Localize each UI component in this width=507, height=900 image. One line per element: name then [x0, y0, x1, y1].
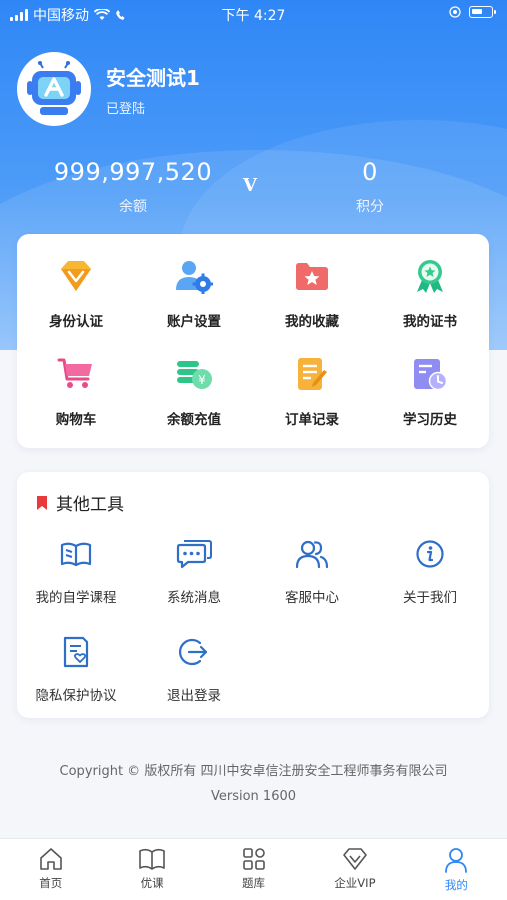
bookmark-icon	[37, 495, 47, 510]
history-icon	[414, 359, 448, 391]
tools-title-text: 其他工具	[56, 495, 124, 515]
order-edit-icon	[298, 358, 327, 390]
grid-icon	[242, 848, 265, 870]
tool-item-self-study[interactable]: 我的自学课程	[17, 534, 135, 606]
menu-item-label: 我的收藏	[285, 314, 339, 330]
menu-item-label: 学习历史	[403, 412, 457, 428]
status-bar: 中国移动 下午 4:27	[0, 0, 507, 28]
menu-item-label: 身份认证	[49, 314, 103, 330]
tab-label: 首页	[39, 876, 63, 890]
tab-enterprise-vip[interactable]: 企业VIP	[304, 839, 405, 900]
tool-item-privacy[interactable]: 隐私保护协议	[17, 632, 135, 704]
tool-item-label: 客服中心	[285, 590, 339, 606]
menu-item-study-history[interactable]: 学习历史	[371, 354, 489, 428]
diamond-icon	[61, 261, 91, 291]
tab-home[interactable]: 首页	[0, 839, 101, 900]
avatar[interactable]	[17, 52, 91, 126]
points-stat[interactable]: 0 积分	[270, 158, 470, 216]
tab-label: 题库	[242, 876, 266, 890]
info-icon	[416, 540, 444, 568]
svg-text:¥: ¥	[198, 373, 206, 387]
version-text: Version 1600	[210, 789, 297, 804]
status-time: 下午 4:27	[221, 8, 286, 24]
points-label: 积分	[356, 199, 384, 215]
other-tools-card: 其他工具 我的自学课程 系统消息 客服中心 关于我们 隐私保护协议 退出登录	[17, 472, 489, 718]
tool-item-label: 退出登录	[167, 688, 221, 704]
menu-item-label: 我的证书	[403, 314, 457, 330]
tool-item-label: 系统消息	[167, 590, 221, 606]
tool-item-label: 我的自学课程	[35, 590, 117, 606]
battery-icon	[469, 6, 496, 18]
book-icon	[60, 542, 92, 567]
copyright-text: Copyright © 版权所有 四川中安卓信注册安全工程师事务有限公司	[59, 764, 448, 779]
robot-avatar-icon	[27, 61, 81, 115]
user-gear-icon	[176, 261, 213, 294]
menu-item-label: 余额充值	[167, 412, 221, 428]
tab-label: 优课	[140, 876, 164, 890]
points-value: 0	[362, 158, 378, 186]
menu-item-account-settings[interactable]: 账户设置	[135, 256, 253, 330]
menu-item-recharge[interactable]: ¥ 余额充值	[135, 354, 253, 428]
menu-item-label: 购物车	[55, 412, 97, 428]
orientation-lock-icon	[449, 6, 461, 18]
coins-icon: ¥	[177, 361, 212, 389]
menu-item-orders[interactable]: 订单记录	[253, 354, 371, 428]
tab-courses[interactable]: 优课	[101, 839, 202, 900]
users-icon	[295, 540, 329, 569]
folder-star-icon	[296, 263, 328, 290]
cart-icon	[57, 358, 92, 388]
login-status: 已登陆	[106, 102, 146, 117]
tab-label: 企业VIP	[334, 876, 376, 890]
chat-icon	[176, 540, 212, 569]
medal-icon	[417, 260, 443, 293]
tab-label: 我的	[444, 878, 468, 892]
menu-item-certificates[interactable]: 我的证书	[371, 256, 489, 330]
tool-item-messages[interactable]: 系统消息	[135, 534, 253, 606]
tab-question-bank[interactable]: 题库	[203, 839, 304, 900]
menu-item-label: 订单记录	[285, 412, 339, 428]
tool-item-label: 关于我们	[403, 590, 457, 606]
tool-item-customer-service[interactable]: 客服中心	[253, 534, 371, 606]
menu-item-favorites[interactable]: 我的收藏	[253, 256, 371, 330]
balance-stat[interactable]: 999,997,520 余额	[40, 158, 226, 216]
balance-value: 999,997,520	[53, 158, 213, 186]
vip-v-icon: V	[243, 175, 257, 196]
person-icon	[445, 848, 468, 873]
username: 安全测试1	[106, 66, 200, 90]
menu-item-cart[interactable]: 购物车	[17, 354, 135, 428]
logout-icon	[178, 638, 208, 666]
balance-label: 余额	[119, 199, 147, 215]
menu-item-identity[interactable]: 身份认证	[17, 256, 135, 330]
bottom-tab-bar: 首页 优课 题库 企业VIP 我的	[0, 838, 507, 900]
home-icon	[39, 848, 62, 870]
open-book-icon	[139, 848, 165, 870]
tool-item-logout[interactable]: 退出登录	[135, 632, 253, 704]
tab-mine[interactable]: 我的	[406, 839, 507, 900]
tool-item-label: 隐私保护协议	[35, 688, 117, 704]
doc-heart-icon	[63, 636, 89, 668]
main-menu-card: 身份认证 账户设置 我的收藏 我的证书 购物车 ¥ 余额充值 订单记录 学习历史	[17, 234, 489, 448]
diamond-outline-icon	[343, 848, 367, 870]
tool-item-about-us[interactable]: 关于我们	[371, 534, 489, 606]
menu-item-label: 账户设置	[167, 314, 221, 330]
tools-section-title: 其他工具	[36, 490, 124, 515]
